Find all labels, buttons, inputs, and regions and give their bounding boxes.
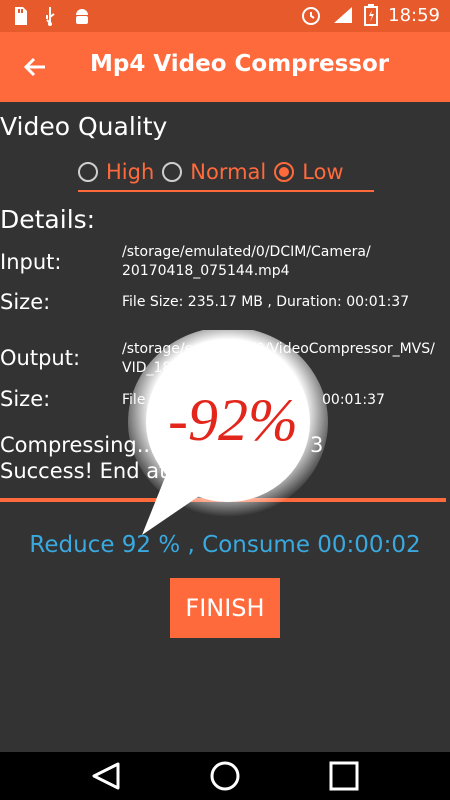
radio-normal[interactable]: Normal [162, 160, 266, 184]
reduction-percent: -92% [168, 387, 298, 453]
usb-icon [46, 7, 55, 26]
output-label: Output: [0, 346, 81, 370]
input-path-line2: 20170418_075144.mp4 [122, 263, 290, 279]
status-time: 18:59 [388, 4, 440, 26]
details-title: Details: [0, 205, 96, 234]
radio-normal-circle[interactable] [162, 162, 183, 182]
app-bar: Mp4 Video Compressor [0, 32, 450, 102]
status-bar: 18:59 [0, 0, 450, 32]
navigation-bar [0, 752, 450, 800]
back-arrow-icon[interactable] [20, 52, 50, 82]
home-circle-icon[interactable] [207, 760, 243, 792]
radio-high-circle[interactable] [78, 162, 98, 182]
radio-low-label: Low [302, 160, 344, 184]
radio-high[interactable]: High [78, 160, 154, 184]
radio-low[interactable]: Low [274, 160, 344, 184]
radio-normal-label: Normal [190, 160, 267, 184]
alarm-icon [302, 7, 321, 25]
signal-icon [334, 7, 353, 23]
video-quality-title: Video Quality [0, 112, 168, 141]
input-path-line1: /storage/emulated/0/DCIM/Camera/ [122, 244, 371, 260]
sd-card-icon [15, 7, 27, 25]
output-size-label: Size: [0, 387, 51, 411]
finish-button[interactable]: FINISH [170, 578, 280, 638]
input-label: Input: [0, 250, 62, 274]
output-size-value-end: 00:01:37 [322, 392, 385, 408]
input-size-label: Size: [0, 290, 51, 314]
quality-radio-group: High Normal Low [78, 154, 374, 192]
radio-low-circle[interactable] [274, 162, 295, 182]
battery-icon [364, 4, 379, 26]
app-title: Mp4 Video Compressor [90, 51, 390, 77]
back-triangle-icon[interactable] [88, 760, 124, 792]
android-icon [76, 9, 88, 24]
radio-high-label: High [106, 160, 155, 184]
summary-text: Reduce 92 % , Consume 00:00:02 [29, 532, 421, 558]
input-size-value: File Size: 235.17 MB , Duration: 00:01:3… [122, 294, 410, 310]
recents-square-icon[interactable] [326, 760, 362, 792]
input-value: /storage/emulated/0/DCIM/Camera/ 2017041… [122, 243, 442, 281]
